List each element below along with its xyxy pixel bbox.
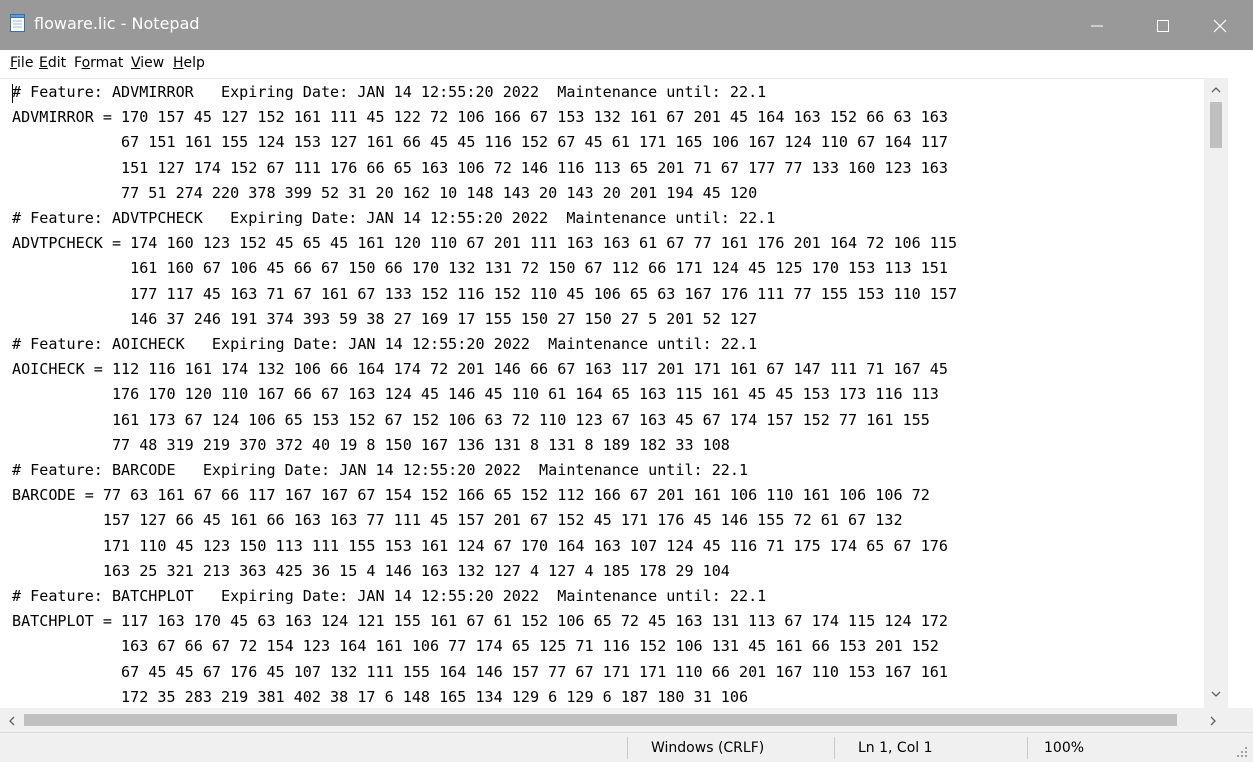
resize-grip-icon[interactable] <box>1236 746 1248 758</box>
notepad-icon <box>10 14 26 32</box>
close-icon <box>1213 19 1227 33</box>
text-line[interactable]: 163 67 66 67 72 154 123 164 161 106 77 1… <box>12 634 957 659</box>
text-line[interactable]: 157 127 66 45 161 66 163 163 77 111 45 1… <box>12 508 957 533</box>
text-line[interactable]: 77 48 319 219 370 372 40 19 8 150 167 13… <box>12 433 957 458</box>
text-line[interactable]: 161 160 67 106 45 66 67 150 66 170 132 1… <box>12 256 957 281</box>
menu-view[interactable]: View <box>131 55 164 71</box>
text-line[interactable]: AOICHECK = 112 116 161 174 132 106 66 16… <box>12 357 957 382</box>
minimize-icon <box>1091 25 1103 27</box>
text-line[interactable]: BARCODE = 77 63 161 67 66 117 167 167 67… <box>12 483 957 508</box>
chevron-left-icon[interactable] <box>8 715 16 727</box>
text-line[interactable]: 176 170 120 110 167 66 67 163 124 45 146… <box>12 382 957 407</box>
text-editor[interactable]: # Feature: ADVMIRROR Expiring Date: JAN … <box>0 78 1227 709</box>
status-divider <box>1027 737 1028 759</box>
text-line[interactable]: BATCHPLOT = 117 163 170 45 63 163 124 12… <box>12 609 957 634</box>
horizontal-scrollbar[interactable] <box>0 708 1228 732</box>
text-line[interactable]: # Feature: BATCHPLOT Expiring Date: JAN … <box>12 584 957 609</box>
scrollbar-corner <box>1228 708 1253 732</box>
notepad-window: floware.lic - Notepad File Edit Format V… <box>0 0 1253 762</box>
text-line[interactable]: # Feature: ADVTPCHECK Expiring Date: JAN… <box>12 206 957 231</box>
text-caret <box>12 84 13 103</box>
menu-format[interactable]: Format <box>74 55 123 71</box>
menu-bar: File Edit Format View Help <box>0 50 1253 78</box>
text-line[interactable]: 172 35 283 219 381 402 38 17 6 148 165 1… <box>12 685 957 709</box>
status-divider <box>834 737 835 759</box>
menu-file[interactable]: File <box>10 55 33 71</box>
title-bar[interactable]: floware.lic - Notepad <box>0 0 1253 50</box>
text-line[interactable]: 177 117 45 163 71 67 161 67 133 152 116 … <box>12 282 957 307</box>
maximize-button[interactable] <box>1140 0 1186 50</box>
status-bar: Windows (CRLF) Ln 1, Col 1 100% <box>0 732 1253 762</box>
text-line[interactable]: # Feature: ADVMIRROR Expiring Date: JAN … <box>12 80 957 105</box>
chevron-up-icon[interactable] <box>1210 86 1222 94</box>
document-text[interactable]: # Feature: ADVMIRROR Expiring Date: JAN … <box>12 80 957 709</box>
chevron-right-icon[interactable] <box>1209 715 1217 727</box>
status-divider <box>627 737 628 759</box>
vertical-scroll-thumb[interactable] <box>1210 102 1222 148</box>
window-title: floware.lic - Notepad <box>34 14 200 33</box>
text-line[interactable]: 171 110 45 123 150 113 111 155 153 161 1… <box>12 534 957 559</box>
text-line[interactable]: 161 173 67 124 106 65 153 152 67 152 106… <box>12 408 957 433</box>
text-line[interactable]: 77 51 274 220 378 399 52 31 20 162 10 14… <box>12 181 957 206</box>
text-line[interactable]: 151 127 174 152 67 111 176 66 65 163 106… <box>12 156 957 181</box>
text-line[interactable]: 67 45 45 67 176 45 107 132 111 155 164 1… <box>12 660 957 685</box>
status-line-ending: Windows (CRLF) <box>651 740 765 756</box>
status-zoom: 100% <box>1044 740 1085 756</box>
vertical-scrollbar[interactable] <box>1204 78 1228 708</box>
text-line[interactable]: 67 151 161 155 124 153 127 161 66 45 45 … <box>12 130 957 155</box>
horizontal-scroll-thumb[interactable] <box>24 714 1177 726</box>
text-line[interactable]: ADVTPCHECK = 174 160 123 152 45 65 45 16… <box>12 231 957 256</box>
status-cursor-position: Ln 1, Col 1 <box>858 740 933 756</box>
text-line[interactable]: 163 25 321 213 363 425 36 15 4 146 163 1… <box>12 559 957 584</box>
text-line[interactable]: # Feature: BARCODE Expiring Date: JAN 14… <box>12 458 957 483</box>
close-button[interactable] <box>1197 0 1243 50</box>
minimize-button[interactable] <box>1074 0 1120 50</box>
text-line[interactable]: ADVMIRROR = 170 157 45 127 152 161 111 4… <box>12 105 957 130</box>
text-line[interactable]: 146 37 246 191 374 393 59 38 27 169 17 1… <box>12 307 957 332</box>
menu-edit[interactable]: Edit <box>39 55 66 71</box>
menu-help[interactable]: Help <box>173 55 205 71</box>
maximize-icon <box>1157 20 1169 32</box>
chevron-down-icon[interactable] <box>1210 690 1222 698</box>
text-line[interactable]: # Feature: AOICHECK Expiring Date: JAN 1… <box>12 332 957 357</box>
